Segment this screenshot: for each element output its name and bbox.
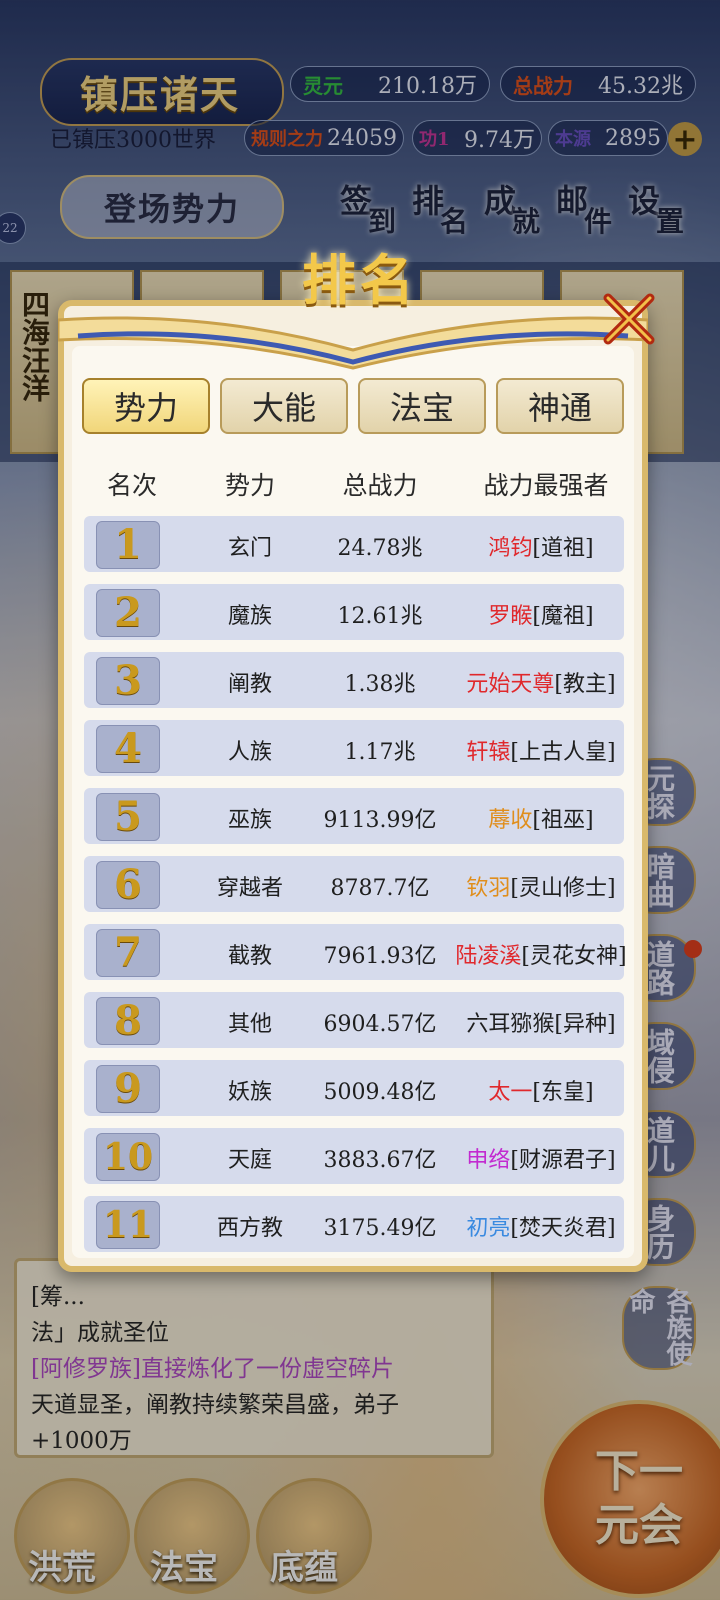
champion-title: [财源君子] [510,1148,616,1173]
header-faction: 势力 [224,471,275,500]
champion-title: [灵花女神] [521,944,627,969]
power-cell: 5009.48亿 [323,1080,437,1105]
power-cell: 6904.57亿 [323,1012,437,1037]
rank-badge: 7 [96,929,160,977]
champion-cell: 初亮[焚天炎君] [446,1210,636,1242]
header-total-power: 总战力 [342,471,418,500]
champion-cell: 六耳猕猴[异种] [446,1006,636,1038]
champion-name[interactable]: 太一 [488,1080,532,1105]
power-cell: 12.61兆 [337,604,423,629]
champion-name[interactable]: 钦羽 [466,876,510,901]
champion-cell: 鸿钧[道祖] [446,530,636,562]
rank-badge: 3 [96,657,160,705]
champion-cell: 轩辕[上古人皇] [446,734,636,766]
power-cell: 24.78兆 [337,536,423,561]
rank-badge: 4 [96,725,160,773]
modal-banner [58,316,648,370]
power-cell: 3883.67亿 [323,1148,437,1173]
champion-title: [异种] [554,1012,616,1037]
power-cell: 1.38兆 [344,672,416,697]
champion-name[interactable]: 轩辕 [466,740,510,765]
champion-title: [焚天炎君] [510,1216,616,1241]
faction-cell: 玄门 [227,536,272,561]
champion-name[interactable]: 罗睺 [488,604,532,629]
faction-cell: 妖族 [227,1080,272,1105]
tab-powerhouse[interactable]: 大能 [220,378,348,434]
champion-title: [魔祖] [532,604,594,629]
ranking-modal [58,300,648,1272]
rank-badge: 2 [96,589,160,637]
champion-name[interactable]: 初亮 [466,1216,510,1241]
tab-divine-art[interactable]: 神通 [496,378,624,434]
faction-cell: 截教 [227,944,272,969]
champion-name[interactable]: 元始天尊 [466,672,554,697]
power-cell: 9113.99亿 [323,808,437,833]
rank-badge: 6 [96,861,160,909]
champion-title: [东皇] [532,1080,594,1105]
faction-cell: 天庭 [227,1148,272,1173]
champion-name[interactable]: 陆凌溪 [455,944,521,969]
champion-title: [祖巫] [532,808,594,833]
header-rank: 名次 [106,471,157,500]
tab-treasure[interactable]: 法宝 [358,378,486,434]
champion-title: [上古人皇] [510,740,616,765]
faction-cell: 魔族 [227,604,272,629]
tab-faction[interactable]: 势力 [82,378,210,434]
champion-cell: 元始天尊[教主] [446,666,636,698]
rank-badge: 8 [96,997,160,1045]
power-cell: 7961.93亿 [323,944,437,969]
rank-badge: 10 [96,1133,160,1181]
rank-badge: 1 [96,521,160,569]
champion-name[interactable]: 六耳猕猴 [466,1012,554,1037]
champion-title: [道祖] [532,536,594,561]
power-cell: 3175.49亿 [323,1216,437,1241]
champion-cell: 申络[财源君子] [446,1142,636,1174]
champion-cell: 罗睺[魔祖] [446,598,636,630]
faction-cell: 西方教 [216,1216,283,1241]
champion-cell: 陆凌溪[灵花女神] [446,938,636,970]
champion-cell: 钦羽[灵山修士] [446,870,636,902]
champion-name[interactable]: 蓐收 [488,808,532,833]
faction-cell: 穿越者 [216,876,283,901]
faction-cell: 人族 [227,740,272,765]
rank-badge: 9 [96,1065,160,1113]
champion-title: [教主] [554,672,616,697]
champion-cell: 蓐收[祖巫] [446,802,636,834]
faction-cell: 其他 [227,1012,272,1037]
faction-cell: 阐教 [227,672,272,697]
rank-badge: 5 [96,793,160,841]
faction-cell: 巫族 [227,808,272,833]
champion-title: [灵山修士] [510,876,616,901]
header-champion: 战力最强者 [483,471,609,500]
champion-name[interactable]: 鸿钧 [488,536,532,561]
rank-badge: 11 [96,1201,160,1249]
champion-name[interactable]: 申络 [466,1148,510,1173]
power-cell: 8787.7亿 [330,876,430,901]
power-cell: 1.17兆 [344,740,416,765]
champion-cell: 太一[东皇] [446,1074,636,1106]
close-icon[interactable] [594,284,664,354]
